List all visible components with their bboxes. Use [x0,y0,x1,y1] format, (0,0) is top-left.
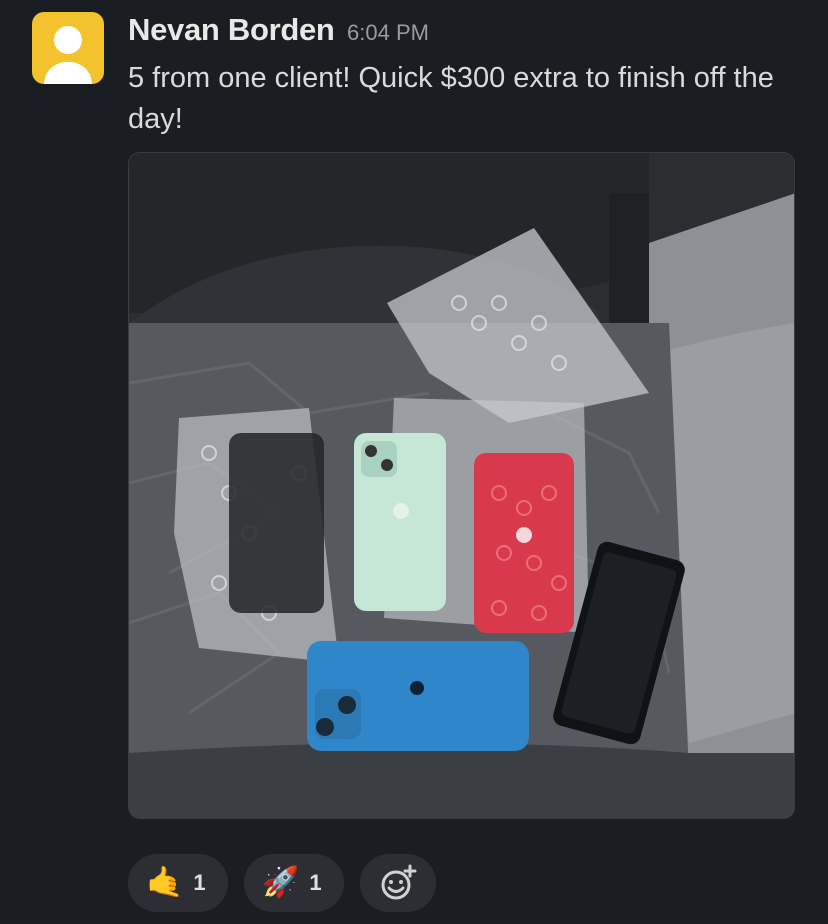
attachment-photo [129,153,794,818]
message: Nevan Borden 6:04 PM 5 from one client! … [0,0,828,924]
sender-name[interactable]: Nevan Borden [128,12,335,47]
add-reaction-button[interactable] [360,854,436,912]
rocket-icon: 🚀 [262,865,300,900]
avatar-shoulders [44,62,92,84]
add-emoji-icon [381,864,417,900]
message-timestamp[interactable]: 6:04 PM [347,20,429,45]
image-attachment[interactable] [128,152,795,819]
reaction-rocket[interactable]: 🚀 1 [244,854,344,912]
message-header: Nevan Borden 6:04 PM [128,12,429,48]
reaction-count: 1 [309,870,322,895]
call-me-hand-icon: 🤙 [146,865,184,900]
reactions-bar: 🤙 1 🚀 1 [128,854,436,912]
reaction-count: 1 [193,870,206,895]
avatar-head [54,26,82,54]
avatar[interactable] [32,12,104,84]
message-text: 5 from one client! Quick $300 extra to f… [128,62,774,135]
reaction-call-me-hand[interactable]: 🤙 1 [128,854,228,912]
